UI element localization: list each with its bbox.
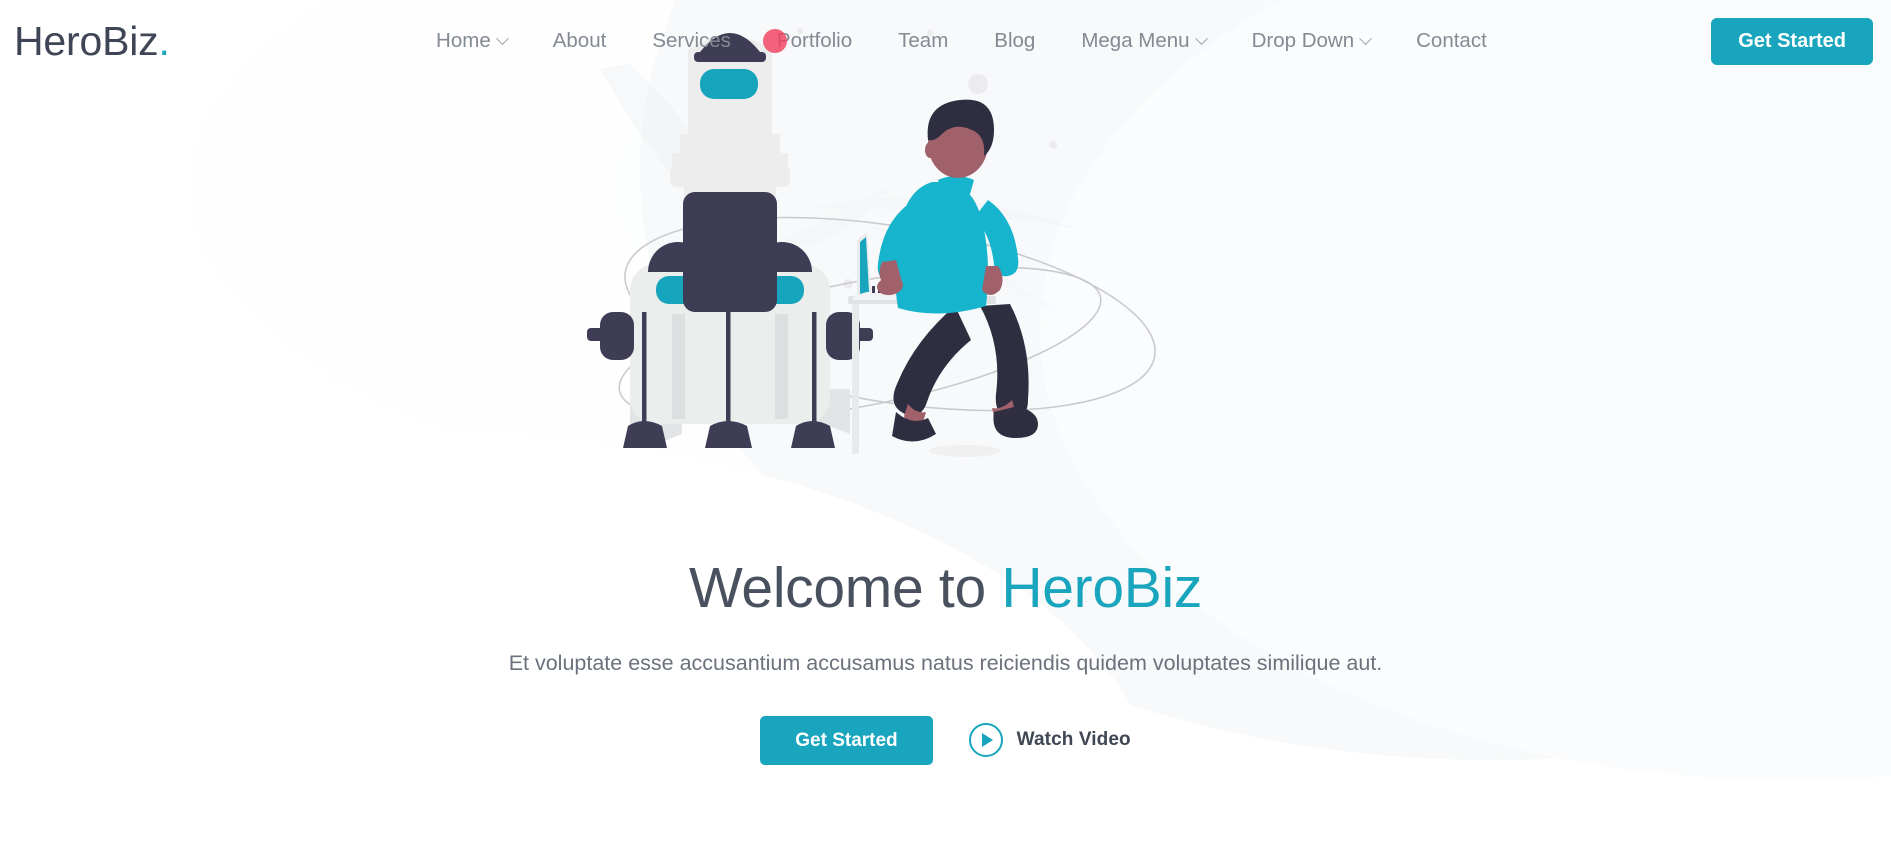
chevron-down-icon — [1359, 31, 1372, 45]
person-figure — [877, 99, 1038, 442]
nav-label: Contact — [1416, 28, 1487, 52]
hero-title-accent: HeroBiz — [1001, 556, 1203, 620]
hero-title-lead: Welcome to — [688, 556, 1002, 620]
nav-label: Drop Down — [1251, 28, 1355, 52]
watch-video-label: Watch Video — [1016, 729, 1131, 751]
nav-item-about[interactable]: About — [530, 21, 630, 62]
nav-label: Services — [652, 28, 731, 52]
main-navigation: Home About Services Portfolio Team Blog … — [212, 21, 1712, 62]
brand-dot: . — [158, 17, 170, 64]
nav-item-services[interactable]: Services — [629, 21, 754, 62]
nav-label: Team — [898, 28, 949, 52]
chevron-down-icon — [1194, 31, 1208, 45]
hero-content: Welcome to HeroBiz Et voluptate esse acc… — [0, 556, 1891, 765]
hero-actions: Get Started Watch Video — [0, 715, 1891, 765]
desk-leg — [852, 304, 859, 454]
nav-item-mega-menu[interactable]: Mega Menu — [1058, 21, 1228, 62]
play-triangle-icon — [981, 733, 993, 748]
hero-illustration — [560, 14, 1260, 534]
page-title: Welcome to HeroBiz — [0, 556, 1891, 622]
nav-item-contact[interactable]: Contact — [1393, 21, 1510, 62]
brand-name: HeroBiz — [14, 17, 159, 64]
nav-item-team[interactable]: Team — [875, 21, 971, 62]
play-circle-icon — [968, 723, 1003, 758]
hero-subtitle: Et voluptate esse accusantium accusamus … — [508, 650, 1383, 675]
nav-item-blog[interactable]: Blog — [971, 21, 1058, 62]
nav-label: Home — [436, 28, 491, 52]
figure-shadow — [929, 445, 1001, 457]
hero-get-started-button[interactable]: Get Started — [760, 715, 933, 765]
watch-video-button[interactable]: Watch Video — [968, 723, 1131, 758]
nav-label: Blog — [994, 28, 1036, 52]
nav-label: About — [552, 28, 607, 52]
brand-logo[interactable]: HeroBiz. — [14, 17, 170, 64]
nav-item-drop-down[interactable]: Drop Down — [1229, 21, 1394, 62]
nav-label: Portfolio — [776, 28, 853, 52]
nav-item-portfolio[interactable]: Portfolio — [754, 21, 875, 62]
chevron-down-icon — [495, 31, 509, 45]
nav-label: Mega Menu — [1081, 28, 1190, 52]
header-get-started-button[interactable]: Get Started — [1711, 17, 1873, 65]
nav-item-home[interactable]: Home — [413, 21, 530, 62]
site-header: HeroBiz. Home About Services Portfolio T… — [0, 0, 1891, 82]
hero-page: HeroBiz. Home About Services Portfolio T… — [0, 0, 1891, 849]
cursor-pointer-indicator — [762, 29, 787, 53]
